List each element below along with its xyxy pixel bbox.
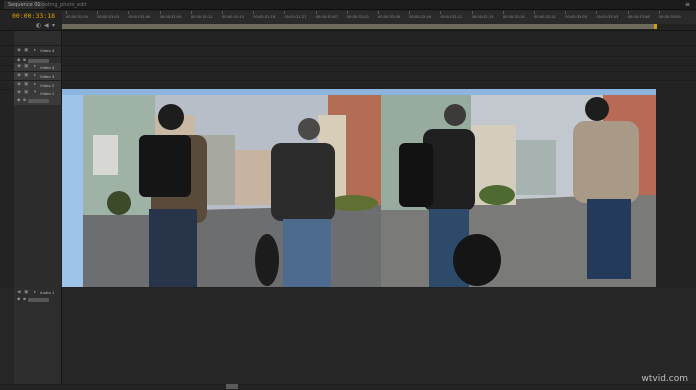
playhead-marker[interactable] <box>654 24 657 29</box>
ruler-tick-label: 00:00:31:09 <box>159 15 182 19</box>
track-label: Video 1 <box>40 91 55 96</box>
tab-bar: Sequence 01 shooting_photo_edit ≡ <box>0 0 696 10</box>
lock-icon[interactable]: ▣ <box>24 90 28 95</box>
ruler-tick-mark <box>534 11 535 14</box>
track-header: ◀ ▣ ▸ Audio 1 ◆ ▪ <box>14 288 62 384</box>
ruler-tick-label: 00:00:33:06 <box>627 15 650 19</box>
lock-icon[interactable]: ▣ <box>24 48 28 53</box>
ruler-tick-label: 00:00:31:00 <box>66 15 88 19</box>
speaker-icon[interactable]: ◀ <box>17 290 20 295</box>
clip-handle-left[interactable] <box>62 95 83 287</box>
ruler-tick-label: 00:00:32:03 <box>346 15 369 19</box>
track-label: Video 2 <box>40 83 55 88</box>
ruler-tick-mark <box>596 11 598 14</box>
ruler-tick-mark <box>190 11 192 14</box>
track-header: ◉ ▣ ▸ Video 3 <box>14 72 62 80</box>
track-header: ◉ ▣ ▸ Video 4 <box>14 63 62 71</box>
expand-icon[interactable]: ▸ <box>34 73 36 78</box>
track-swatch <box>28 298 49 302</box>
ruler-tick-mark <box>284 11 286 14</box>
snap-icon[interactable]: ◐ <box>36 22 41 29</box>
track-header-empty <box>14 31 62 45</box>
track-video-4b[interactable]: ◉ ▣ ▸ Video 4 <box>0 63 696 72</box>
ruler-tick-label: 00:00:32:15 <box>471 15 494 19</box>
track-empty <box>0 31 696 46</box>
watermark: wtvid.com <box>641 374 688 384</box>
expand-icon[interactable]: ▸ <box>34 48 36 53</box>
lock-icon[interactable]: ▣ <box>24 64 28 69</box>
ruler-tick-mark <box>66 11 67 14</box>
ruler-tick-label: 00:00:32:18 <box>502 15 525 19</box>
ruler-tick-label: 00:00:33:03 <box>596 15 619 19</box>
clip-thumbnail-image <box>83 95 656 287</box>
ruler-tick-label: 00:00:32:09 <box>409 15 432 19</box>
lock-icon[interactable]: ▣ <box>24 73 28 78</box>
eye-icon[interactable]: ◉ <box>17 90 21 95</box>
expand-icon[interactable]: ▸ <box>34 82 36 87</box>
lock-icon[interactable]: ▣ <box>24 82 28 87</box>
eye-icon[interactable]: ◉ <box>17 64 21 69</box>
horizontal-scrollbar[interactable] <box>226 384 238 389</box>
track-header: ◉ ▣ ▸ Video 2 <box>14 81 62 89</box>
ruler-tick-label: 00:00:31:03 <box>97 15 120 19</box>
ruler-tick-label: 00:00:32:00 <box>315 15 338 19</box>
timeline-empty-right <box>656 89 696 287</box>
keyframe-nav-icon[interactable]: ◆ <box>17 98 20 103</box>
current-timecode[interactable]: 00:00:33:18 <box>12 12 55 20</box>
ruler-tick-label: 00:00:32:12 <box>440 15 463 19</box>
ruler-tick-mark <box>440 11 442 14</box>
lock-icon[interactable]: ▣ <box>24 290 28 295</box>
ruler-tick-mark <box>346 11 348 14</box>
track-swatch <box>28 99 49 103</box>
ruler-tick-mark <box>128 11 130 14</box>
ruler-tick-label: 00:00:31:21 <box>284 15 307 19</box>
keyframe-nav-icon[interactable]: ◆ <box>17 297 20 302</box>
ruler-tick-label: 00:00:31:15 <box>222 15 244 19</box>
eye-icon[interactable]: ◉ <box>17 73 21 78</box>
expand-icon[interactable]: ▸ <box>34 290 36 295</box>
ruler-tick-mark <box>222 11 223 14</box>
keyframe-icon[interactable]: ▾ <box>52 22 55 29</box>
tab-second[interactable]: shooting_photo_edit <box>36 1 87 9</box>
track-label: Video 4 <box>40 65 55 70</box>
expand-icon[interactable]: ▸ <box>34 64 36 69</box>
track-audio-1[interactable]: ◀ ▣ ▸ Audio 1 ◆ ▪ <box>0 288 696 385</box>
ruler-tick-label: 00:00:31:12 <box>190 15 213 19</box>
ruler-tick-label: 00:00:33:09 <box>658 15 681 19</box>
ruler-tick-mark <box>159 11 161 14</box>
track-header-body <box>14 105 61 288</box>
track-label: Video 3 <box>40 74 55 79</box>
display-style-icon[interactable]: ▪ <box>23 297 26 302</box>
ruler-tick-label: 00:00:32:06 <box>378 15 400 19</box>
ruler-tick-mark <box>253 11 255 14</box>
ruler-tick-mark <box>565 11 567 14</box>
ruler-tick-mark <box>97 11 99 14</box>
track-label: Video 4 <box>40 48 55 53</box>
time-ruler[interactable]: 00:00:31:00 00:00:31:03 00:00:31:06 00:00:3… <box>62 11 696 24</box>
ruler-tick-label: 00:00:32:21 <box>534 15 556 19</box>
eye-icon[interactable]: ◉ <box>17 82 21 87</box>
ruler-tick-label: 00:00:31:18 <box>253 15 276 19</box>
track-label: Audio 1 <box>40 290 55 295</box>
ruler-tick-mark <box>315 11 317 14</box>
track-header: ◉ ▣ ▾ Video 1 ◆ ▪ <box>14 89 62 105</box>
ruler-tick-mark <box>658 11 660 14</box>
display-style-icon[interactable]: ▪ <box>23 98 26 103</box>
ruler-tick-label: 00:00:33:00 <box>565 15 588 19</box>
work-area-bar[interactable] <box>62 24 656 29</box>
marker-icon[interactable]: ◀ <box>44 22 49 29</box>
track-header: ◉ ▣ ▸ Video 4 <box>14 46 62 56</box>
ruler-tick-mark <box>471 11 473 14</box>
ruler-tick-mark <box>378 11 379 14</box>
ruler-tick-mark <box>502 11 504 14</box>
ruler-tick-label: 00:00:31:06 <box>128 15 151 19</box>
track-video-4a[interactable]: ◉ ▣ ▸ Video 4 <box>0 46 696 57</box>
ruler-tick-mark <box>627 11 629 14</box>
track-video-3[interactable]: ◉ ▣ ▸ Video 3 <box>0 72 696 81</box>
eye-icon[interactable]: ◉ <box>17 48 21 53</box>
clip-thumbnail[interactable] <box>83 95 656 287</box>
panel-menu-icon[interactable]: ≡ <box>685 1 690 9</box>
expand-icon[interactable]: ▾ <box>34 90 36 95</box>
ruler-tick-mark <box>409 11 411 14</box>
